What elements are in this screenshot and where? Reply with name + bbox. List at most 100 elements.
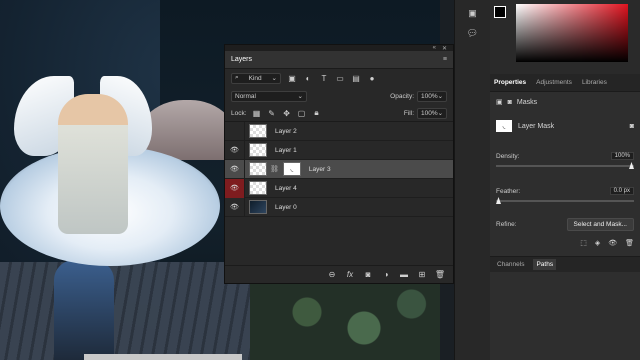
- filter-row: ⌕ Kind ⌄ ▣ ◐ T ▭ ▤ ●: [225, 69, 453, 87]
- density-slider[interactable]: [496, 162, 634, 169]
- filter-toggle-icon[interactable]: ●: [367, 73, 377, 83]
- layer-name: Layer 3: [308, 165, 331, 173]
- layer-list: Layer 2 👁︎ Layer 1 👁︎ ⛓︎ ◟ Layer 3 👁︎ La…: [225, 121, 453, 217]
- chevron-down-icon: ⌄: [271, 75, 277, 82]
- density-field[interactable]: 100%: [610, 152, 634, 160]
- chevron-down-icon: ⌄: [297, 93, 303, 100]
- opacity-field[interactable]: 100% ⌄: [417, 90, 447, 102]
- blend-row: Normal ⌄ Opacity: 100% ⌄: [225, 87, 453, 105]
- layer-row-layer-4[interactable]: 👁︎ Layer 4: [225, 178, 453, 198]
- tab-adjustments[interactable]: Adjustments: [536, 79, 572, 86]
- eye-icon: 👁︎: [230, 166, 239, 173]
- child-figure-image: [54, 260, 114, 360]
- feather-field[interactable]: 0.0 px: [609, 187, 634, 195]
- layers-panel: « ✕ Layers ≡ ⌕ Kind ⌄ ▣ ◐ T ▭ ▤ ● Normal…: [224, 44, 454, 284]
- apply-mask-icon[interactable]: ◈: [595, 239, 600, 247]
- visibility-icon[interactable]: 👁︎: [608, 239, 617, 247]
- new-group-icon[interactable]: ▬: [399, 270, 409, 280]
- opacity-value: 100%: [421, 92, 438, 100]
- slider-knob[interactable]: [629, 162, 634, 169]
- lock-label: Lock:: [231, 109, 247, 117]
- lock-position-icon[interactable]: ✥: [282, 108, 292, 118]
- properties-tabs: Properties Adjustments Libraries: [490, 74, 640, 92]
- refine-row: Refine: Select and Mask...: [496, 218, 634, 231]
- feather-row: Feather: 0.0 px: [496, 187, 634, 195]
- delete-mask-icon[interactable]: 🗑︎: [625, 239, 634, 247]
- foreground-color-swatch[interactable]: [494, 6, 506, 18]
- history-icon[interactable]: ▣: [466, 6, 480, 20]
- shape-filter-icon[interactable]: ▭: [335, 73, 345, 83]
- trash-icon[interactable]: 🗑︎: [435, 270, 445, 280]
- pixel-filter-icon[interactable]: ▣: [287, 73, 297, 83]
- layer-name: Layer 0: [275, 203, 297, 211]
- tab-libraries[interactable]: Libraries: [582, 79, 607, 86]
- layers-tab-row: Layers ≡: [225, 51, 453, 69]
- tab-properties[interactable]: Properties: [494, 79, 526, 86]
- link-icon[interactable]: ⛓︎: [270, 165, 279, 173]
- tab-channels[interactable]: Channels: [494, 259, 527, 270]
- filter-kind-select[interactable]: ⌕ Kind ⌄: [231, 72, 281, 84]
- layer-name: Layer 2: [275, 127, 297, 135]
- density-label: Density:: [496, 152, 520, 160]
- masks-header: ▣ ◙ Masks: [496, 98, 634, 107]
- add-mask-icon[interactable]: ◙: [363, 270, 373, 280]
- fill-field[interactable]: 100% ⌄: [417, 107, 447, 119]
- photoshop-window: « ✕ Layers ≡ ⌕ Kind ⌄ ▣ ◐ T ▭ ▤ ● Normal…: [0, 0, 640, 360]
- comment-icon[interactable]: 💬︎: [466, 26, 480, 40]
- layer-thumbnail: [249, 200, 267, 214]
- fill-control: Fill: 100% ⌄: [403, 107, 447, 119]
- layer-thumbnail: [249, 181, 267, 195]
- refine-label: Refine:: [496, 221, 517, 228]
- panel-menu-icon[interactable]: ≡: [443, 56, 447, 63]
- layer-row-layer-3[interactable]: 👁︎ ⛓︎ ◟ Layer 3: [225, 159, 453, 179]
- smart-object-filter-icon[interactable]: ▤: [351, 73, 361, 83]
- visibility-toggle[interactable]: 👁︎: [225, 159, 245, 179]
- tab-layers[interactable]: Layers: [231, 56, 252, 63]
- color-picker-field[interactable]: [516, 4, 628, 62]
- load-selection-icon[interactable]: ⬚: [580, 239, 587, 247]
- layer-thumbnail: [249, 143, 267, 157]
- search-icon: ⌕: [235, 74, 239, 81]
- filter-kind-value: Kind: [248, 74, 262, 82]
- fx-icon[interactable]: fx: [345, 270, 355, 280]
- right-dock: Properties Adjustments Libraries ▣ ◙ Mas…: [490, 0, 640, 360]
- visibility-toggle[interactable]: 👁︎: [225, 178, 245, 198]
- lock-all-icon[interactable]: 🔒︎: [312, 108, 322, 118]
- tab-paths[interactable]: Paths: [533, 259, 557, 270]
- lock-artboard-icon[interactable]: ▢: [297, 108, 307, 118]
- adjustment-filter-icon[interactable]: ◐: [303, 73, 313, 83]
- layer-mask-label: Layer Mask: [518, 122, 555, 130]
- link-layers-icon[interactable]: ⊖: [327, 270, 337, 280]
- fill-label: Fill:: [403, 109, 414, 117]
- layer-row-layer-2[interactable]: Layer 2: [225, 121, 453, 141]
- lock-image-icon[interactable]: ✎: [267, 108, 277, 118]
- type-filter-icon[interactable]: T: [319, 73, 329, 83]
- layer-mask-thumbnail[interactable]: ◟: [282, 162, 301, 176]
- layer-row-layer-1[interactable]: 👁︎ Layer 1: [225, 140, 453, 160]
- select-and-mask-button[interactable]: Select and Mask...: [566, 218, 634, 231]
- blend-mode-select[interactable]: Normal ⌄: [231, 90, 307, 102]
- lock-controls: Lock: ▦ ✎ ✥ ▢ 🔒︎: [231, 108, 322, 118]
- canvas-scrollbar[interactable]: [84, 354, 242, 360]
- slider-knob[interactable]: [496, 197, 501, 204]
- layer-mask-thumbnail: ◟: [496, 120, 512, 132]
- close-icon[interactable]: ✕: [442, 45, 447, 52]
- layer-mask-row: ◟ Layer Mask ◙: [496, 120, 634, 132]
- visibility-toggle[interactable]: [225, 121, 245, 141]
- opacity-label: Opacity:: [390, 92, 414, 100]
- feather-slider[interactable]: [496, 197, 634, 204]
- visibility-toggle[interactable]: 👁︎: [225, 140, 245, 160]
- layers-bottom-bar: ⊖ fx ◙ ◑ ▬ ⊞ 🗑︎: [225, 265, 453, 283]
- vector-mask-icon[interactable]: ◙: [508, 99, 512, 106]
- new-adjustment-icon[interactable]: ◑: [381, 270, 391, 280]
- layer-row-layer-0[interactable]: 👁︎ Layer 0: [225, 197, 453, 217]
- mask-shape-icon: ◟: [290, 166, 294, 173]
- lock-transparent-icon[interactable]: ▦: [252, 108, 262, 118]
- layer-name: Layer 4: [275, 184, 297, 192]
- pixel-mask-icon[interactable]: ▣: [496, 98, 503, 106]
- opacity-control: Opacity: 100% ⌄: [390, 90, 447, 102]
- collapse-icon[interactable]: «: [433, 45, 436, 51]
- visibility-toggle[interactable]: 👁︎: [225, 197, 245, 217]
- select-pixel-mask-icon[interactable]: ◙: [630, 123, 634, 130]
- new-layer-icon[interactable]: ⊞: [417, 270, 427, 280]
